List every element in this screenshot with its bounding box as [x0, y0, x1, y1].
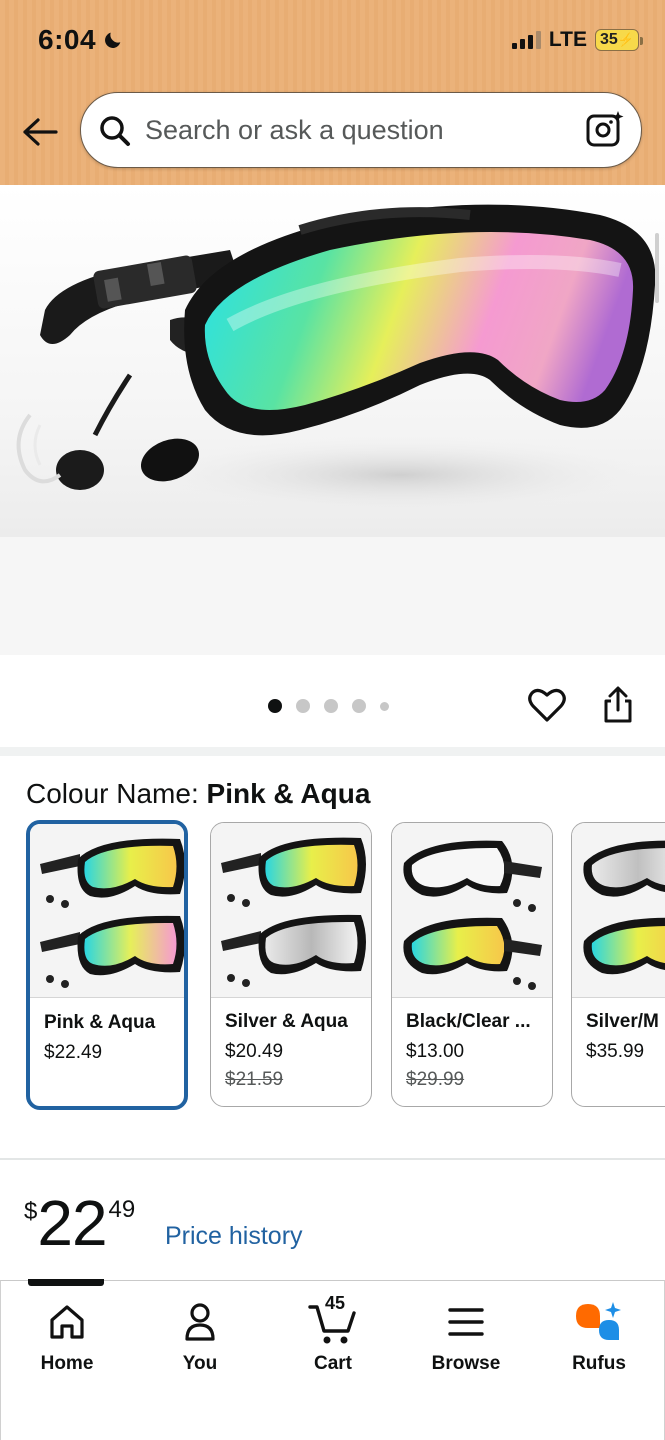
product-price: $ 22 49 [24, 1188, 135, 1258]
clock-text: 6:04 [38, 24, 97, 55]
nav-home[interactable]: Home [17, 1299, 117, 1375]
heart-icon [528, 688, 566, 722]
section-divider [0, 747, 665, 756]
status-indicators: LTE 35 ⚡ [511, 28, 643, 52]
swatch-name: Black/Clear ... [406, 1011, 531, 1032]
nav-home-label: Home [40, 1353, 94, 1374]
price-whole: 22 [37, 1187, 107, 1259]
nav-rufus-label: Rufus [572, 1353, 626, 1374]
swatch-image [211, 823, 371, 998]
product-image [0, 185, 665, 537]
nav-you[interactable]: You [150, 1299, 250, 1375]
swatch-price: $35.99 [586, 1041, 645, 1062]
carousel-dot[interactable] [296, 699, 310, 713]
menu-icon [448, 1308, 484, 1336]
colour-swatch-silver-aqua[interactable]: Silver & Aqua $20.49 $21.59 [210, 822, 372, 1107]
battery-level: 35 [600, 31, 618, 48]
swatch-image [392, 823, 552, 998]
price-currency: $ [24, 1198, 38, 1225]
header: 6:04 LTE 35 ⚡ [0, 0, 665, 185]
active-tab-indicator [28, 1279, 104, 1286]
carousel-dots[interactable] [268, 699, 389, 713]
bottom-nav-bar: Home You 45 Cart Browse Rufus [0, 1280, 665, 1440]
home-icon [50, 1305, 84, 1339]
colour-swatch-silver-m[interactable]: Silver/M $35.99 [571, 822, 665, 1107]
image-scrollbar [655, 233, 659, 303]
search-bar[interactable] [80, 92, 642, 168]
cart-count-badge: 45 [325, 1293, 346, 1313]
nav-you-label: You [182, 1353, 218, 1374]
battery-icon: 35 ⚡ [595, 29, 643, 51]
price-fraction: 49 [108, 1196, 136, 1223]
nav-rufus[interactable]: Rufus [549, 1299, 649, 1375]
nav-browse[interactable]: Browse [416, 1299, 516, 1375]
colour-selected-value: Pink & Aqua [206, 778, 371, 809]
nav-cart[interactable]: 45 Cart [283, 1293, 383, 1375]
goggles-illustration [16, 204, 660, 515]
swatch-image [30, 824, 184, 998]
swatch-old-price: $21.59 [225, 1069, 284, 1090]
carousel-dot[interactable] [268, 699, 282, 713]
carousel-dot[interactable] [324, 699, 338, 713]
search-icon [100, 116, 130, 146]
swatch-name: Silver & Aqua [225, 1011, 348, 1032]
product-image-carousel[interactable] [0, 185, 665, 655]
rufus-icon [576, 1302, 621, 1340]
swatch-old-price: $29.99 [406, 1069, 465, 1090]
colour-swatch-black-clear[interactable]: Black/Clear ... $13.00 $29.99 [391, 822, 553, 1107]
person-icon [185, 1303, 215, 1341]
back-button[interactable] [20, 112, 60, 152]
camera-search-icon[interactable] [585, 109, 625, 149]
share-button[interactable] [600, 685, 636, 730]
search-input[interactable] [145, 107, 565, 153]
swatch-price: $22.49 [44, 1042, 103, 1063]
swatch-image [572, 823, 665, 998]
nav-browse-label: Browse [431, 1353, 501, 1374]
nav-cart-label: Cart [313, 1353, 352, 1374]
moon-icon [105, 32, 121, 48]
network-label: LTE [548, 28, 587, 51]
price-history-link[interactable]: Price history [165, 1222, 303, 1251]
back-arrow-icon [23, 118, 58, 146]
colour-name-label: Colour Name: Pink & Aqua [26, 778, 370, 810]
colour-swatch-list[interactable]: Pink & Aqua $22.49 Silver & Aqua $20.49 [26, 820, 665, 1110]
swatch-name: Pink & Aqua [44, 1012, 156, 1033]
signal-icon [511, 31, 541, 49]
section-divider [0, 1158, 665, 1160]
gallery-controls [0, 655, 665, 747]
swatch-price: $20.49 [225, 1041, 284, 1062]
wishlist-button[interactable] [528, 687, 566, 728]
carousel-dot[interactable] [380, 701, 389, 711]
colour-label-prefix: Colour Name: [26, 778, 207, 809]
carousel-dot[interactable] [352, 699, 366, 713]
status-time: 6:04 [38, 24, 124, 56]
colour-swatch-pink-aqua[interactable]: Pink & Aqua $22.49 [26, 820, 188, 1110]
share-icon [604, 686, 632, 723]
swatch-name: Silver/M [586, 1011, 659, 1032]
swatch-price: $13.00 [406, 1041, 465, 1062]
